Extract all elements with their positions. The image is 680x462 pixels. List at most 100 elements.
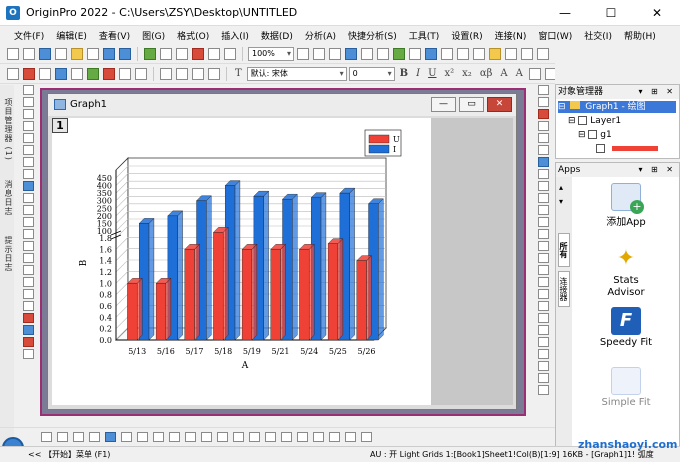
bold-icon[interactable]: B (397, 68, 411, 79)
app-simple-fit[interactable]: Simple Fit (576, 367, 676, 408)
import-icon[interactable] (144, 47, 156, 60)
color-scale-icon[interactable] (537, 121, 549, 131)
zoom-in-icon[interactable] (297, 47, 309, 60)
pane-controls-icon[interactable]: ▾ ⊞ ✕ (638, 85, 676, 99)
new-layout-icon[interactable] (457, 47, 469, 60)
axis-icon[interactable] (537, 97, 549, 107)
open-icon[interactable] (71, 47, 83, 60)
save-template-icon[interactable] (119, 47, 131, 60)
pointer-icon[interactable] (22, 85, 34, 95)
more-icon[interactable] (537, 385, 549, 395)
notes-icon[interactable] (377, 47, 389, 60)
cursor-icon[interactable] (22, 169, 34, 179)
rescale-z-icon[interactable] (537, 181, 549, 191)
subscript-icon[interactable]: x₂ (459, 68, 475, 79)
arrange-icon[interactable] (537, 265, 549, 275)
plot-setup-icon[interactable] (87, 67, 99, 80)
status-start-menu[interactable]: << 【开始】菜单 (F1) (28, 447, 110, 462)
menu-file[interactable]: 文件(F) (8, 27, 50, 44)
import-wizard-icon[interactable] (160, 47, 172, 60)
menu-data[interactable]: 数据(D) (255, 27, 299, 44)
menu-connectivity[interactable]: 连接(N) (489, 27, 533, 44)
menu-tools[interactable]: 工具(T) (403, 27, 446, 44)
align-icon[interactable] (537, 277, 549, 287)
function-icon[interactable] (473, 47, 485, 60)
font-combo[interactable]: 默认: 宋体 (246, 66, 347, 81)
options-icon[interactable] (537, 47, 549, 60)
ellipse-icon[interactable] (22, 277, 34, 287)
table-icon[interactable] (537, 217, 549, 227)
font-size-up-icon[interactable]: A (497, 68, 510, 79)
new-matrix-icon[interactable] (55, 47, 67, 60)
distribute-icon[interactable] (537, 289, 549, 299)
pie-chart-icon[interactable] (185, 431, 196, 442)
align-left-icon[interactable] (528, 67, 541, 80)
layer-icon[interactable] (22, 349, 34, 359)
spline-icon[interactable] (89, 431, 100, 442)
data-reader-icon[interactable] (22, 157, 34, 167)
menu-social[interactable]: 社交(I) (578, 27, 618, 44)
layer-contents-icon[interactable] (537, 229, 549, 239)
hint-log-tab[interactable]: 提示日志 (0, 233, 13, 275)
arrow-icon[interactable] (22, 241, 34, 251)
minimize-button[interactable]: — (542, 0, 588, 26)
graph-maximize-button[interactable]: ▭ (459, 97, 484, 112)
underline-icon[interactable]: U (425, 68, 439, 79)
close-button[interactable]: ✕ (634, 0, 680, 26)
polar-icon[interactable] (201, 431, 212, 442)
area-plot-icon[interactable] (153, 431, 164, 442)
digitizer-icon[interactable] (505, 47, 517, 60)
group-icon[interactable] (537, 301, 549, 311)
multi-panel-icon[interactable] (345, 431, 356, 442)
rescale-y-icon[interactable] (537, 169, 549, 179)
stack-icon[interactable] (137, 431, 148, 442)
menu-settings[interactable]: 设置(R) (445, 27, 488, 44)
font-size-down-icon[interactable]: A (513, 68, 526, 79)
hand-icon[interactable] (22, 289, 34, 299)
tree-plot-item[interactable] (596, 143, 658, 155)
back-icon[interactable] (537, 337, 549, 347)
app-speedy-fit[interactable]: F Speedy Fit (576, 307, 676, 348)
new-workbook-icon[interactable] (23, 47, 35, 60)
3d-surface-icon[interactable] (265, 431, 276, 442)
app-stats-advisor[interactable]: ✦ Stats Advisor (576, 245, 676, 299)
annotation-icon[interactable] (22, 217, 34, 227)
graph-minimize-button[interactable]: — (431, 97, 456, 112)
align-center-icon[interactable] (544, 67, 555, 80)
undo-icon[interactable] (208, 67, 220, 80)
line-icon[interactable] (22, 253, 34, 263)
text-tool-icon[interactable]: T (232, 68, 245, 79)
maximize-button[interactable]: ☐ (588, 0, 634, 26)
scale-in-icon[interactable] (22, 121, 34, 131)
template-library-icon[interactable] (361, 431, 372, 442)
graph-window-titlebar[interactable]: Graph1 — ▭ ✕ (48, 94, 516, 116)
recent-icon[interactable] (87, 47, 99, 60)
ternary-icon[interactable] (217, 431, 228, 442)
data-reader-icon[interactable] (7, 67, 19, 80)
bar-chart[interactable]: 0.00.20.40.60.81.01.21.41.61.81001502002… (52, 118, 431, 405)
project-explorer-icon[interactable] (361, 47, 373, 60)
ungroup-icon[interactable] (537, 313, 549, 323)
paste-icon[interactable] (192, 67, 204, 80)
app-add-app[interactable]: + 添加App (576, 183, 676, 228)
box-chart-icon[interactable] (313, 431, 324, 442)
worksheet-icon[interactable] (39, 67, 51, 80)
apps-tab-all[interactable]: 所有 (558, 233, 570, 267)
expand-icon[interactable]: ⊟ (558, 102, 566, 112)
apps-tab-connectors[interactable]: 连接器 (558, 271, 570, 307)
add-column-icon[interactable] (393, 47, 405, 60)
layer-icon[interactable] (409, 47, 421, 60)
matrix-icon[interactable] (55, 67, 67, 80)
duplicate-icon[interactable] (441, 47, 453, 60)
graph-new-icon[interactable] (23, 67, 35, 80)
print-icon[interactable] (208, 47, 220, 60)
region-icon[interactable] (22, 301, 34, 311)
front-icon[interactable] (537, 325, 549, 335)
merge-graph-icon[interactable] (119, 67, 131, 80)
menu-analysis[interactable]: 分析(A) (299, 27, 342, 44)
screen-reader-icon[interactable] (22, 145, 34, 155)
rectangle-icon[interactable] (22, 265, 34, 275)
statistics-icon[interactable] (329, 431, 340, 442)
graph-close-button[interactable]: ✕ (487, 97, 512, 112)
color-icon[interactable] (22, 313, 34, 323)
